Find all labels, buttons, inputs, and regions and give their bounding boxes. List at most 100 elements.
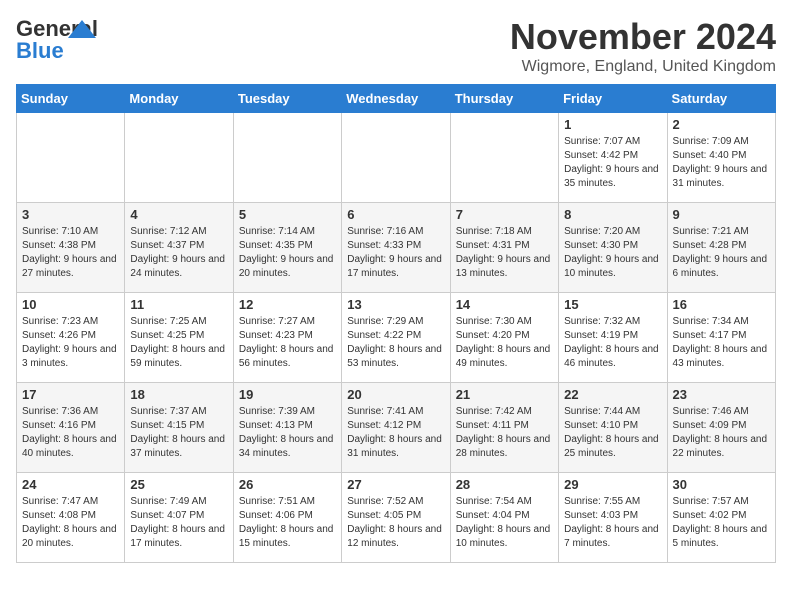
day-info: Sunrise: 7:32 AM Sunset: 4:19 PM Dayligh… xyxy=(564,315,661,371)
day-info: Sunrise: 7:27 AM Sunset: 4:23 PM Dayligh… xyxy=(239,315,336,371)
day-cell: 5 Sunrise: 7:14 AM Sunset: 4:35 PM Daylig… xyxy=(233,203,341,293)
day-number: 22 xyxy=(564,387,661,402)
week-row-0: 1 Sunrise: 7:07 AM Sunset: 4:42 PM Daylig… xyxy=(17,113,776,203)
day-cell: 19 Sunrise: 7:39 AM Sunset: 4:13 PM Dayli… xyxy=(233,383,341,473)
day-number: 11 xyxy=(130,297,227,312)
day-cell: 10Sunrise: 7:23 AM Sunset: 4:26 PM Dayli… xyxy=(17,293,125,383)
day-info: Sunrise: 7:30 AM Sunset: 4:20 PM Dayligh… xyxy=(456,315,553,371)
day-cell: 17 Sunrise: 7:36 AM Sunset: 4:16 PM Dayli… xyxy=(17,383,125,473)
day-number: 10 xyxy=(22,297,119,312)
day-info: Sunrise: 7:14 AM Sunset: 4:35 PM Dayligh… xyxy=(239,225,336,281)
calendar-table: SundayMondayTuesdayWednesdayThursdayFrid… xyxy=(16,84,776,563)
day-number: 18 xyxy=(130,387,227,402)
day-info: Sunrise: 7:47 AM Sunset: 4:08 PM Dayligh… xyxy=(22,495,119,551)
week-row-2: 10Sunrise: 7:23 AM Sunset: 4:26 PM Dayli… xyxy=(17,293,776,383)
day-info: Sunrise: 7:16 AM Sunset: 4:33 PM Dayligh… xyxy=(347,225,444,281)
day-cell xyxy=(17,113,125,203)
day-number: 3 xyxy=(22,207,119,222)
day-info: Sunrise: 7:54 AM Sunset: 4:04 PM Dayligh… xyxy=(456,495,553,551)
day-info: Sunrise: 7:44 AM Sunset: 4:10 PM Dayligh… xyxy=(564,405,661,461)
day-info: Sunrise: 7:57 AM Sunset: 4:02 PM Dayligh… xyxy=(673,495,770,551)
header-cell-sunday: Sunday xyxy=(17,85,125,113)
day-number: 14 xyxy=(456,297,553,312)
day-cell: 30 Sunrise: 7:57 AM Sunset: 4:02 PM Dayli… xyxy=(667,473,775,563)
day-cell: 8Sunrise: 7:20 AM Sunset: 4:30 PM Daylig… xyxy=(559,203,667,293)
day-info: Sunrise: 7:07 AM Sunset: 4:42 PM Dayligh… xyxy=(564,135,661,191)
day-number: 15 xyxy=(564,297,661,312)
day-info: Sunrise: 7:52 AM Sunset: 4:05 PM Dayligh… xyxy=(347,495,444,551)
day-info: Sunrise: 7:42 AM Sunset: 4:11 PM Dayligh… xyxy=(456,405,553,461)
header-cell-wednesday: Wednesday xyxy=(342,85,450,113)
day-cell: 9 Sunrise: 7:21 AM Sunset: 4:28 PM Daylig… xyxy=(667,203,775,293)
day-info: Sunrise: 7:49 AM Sunset: 4:07 PM Dayligh… xyxy=(130,495,227,551)
day-cell: 26 Sunrise: 7:51 AM Sunset: 4:06 PM Dayli… xyxy=(233,473,341,563)
day-number: 21 xyxy=(456,387,553,402)
day-cell: 6 Sunrise: 7:16 AM Sunset: 4:33 PM Daylig… xyxy=(342,203,450,293)
day-number: 13 xyxy=(347,297,444,312)
day-info: Sunrise: 7:25 AM Sunset: 4:25 PM Dayligh… xyxy=(130,315,227,371)
day-cell: 4 Sunrise: 7:12 AM Sunset: 4:37 PM Daylig… xyxy=(125,203,233,293)
day-cell: 25Sunrise: 7:49 AM Sunset: 4:07 PM Dayli… xyxy=(125,473,233,563)
week-row-4: 24 Sunrise: 7:47 AM Sunset: 4:08 PM Dayli… xyxy=(17,473,776,563)
day-cell: 1 Sunrise: 7:07 AM Sunset: 4:42 PM Daylig… xyxy=(559,113,667,203)
day-number: 9 xyxy=(673,207,770,222)
week-row-1: 3 Sunrise: 7:10 AM Sunset: 4:38 PM Daylig… xyxy=(17,203,776,293)
day-cell: 11 Sunrise: 7:25 AM Sunset: 4:25 PM Dayli… xyxy=(125,293,233,383)
day-cell: 28 Sunrise: 7:54 AM Sunset: 4:04 PM Dayli… xyxy=(450,473,558,563)
day-info: Sunrise: 7:46 AM Sunset: 4:09 PM Dayligh… xyxy=(673,405,770,461)
day-info: Sunrise: 7:10 AM Sunset: 4:38 PM Dayligh… xyxy=(22,225,119,281)
header-cell-monday: Monday xyxy=(125,85,233,113)
day-number: 30 xyxy=(673,477,770,492)
day-cell: 29Sunrise: 7:55 AM Sunset: 4:03 PM Dayli… xyxy=(559,473,667,563)
day-number: 20 xyxy=(347,387,444,402)
location-title: Wigmore, England, United Kingdom xyxy=(510,58,776,76)
day-info: Sunrise: 7:36 AM Sunset: 4:16 PM Dayligh… xyxy=(22,405,119,461)
day-number: 7 xyxy=(456,207,553,222)
day-number: 4 xyxy=(130,207,227,222)
header-cell-saturday: Saturday xyxy=(667,85,775,113)
day-info: Sunrise: 7:51 AM Sunset: 4:06 PM Dayligh… xyxy=(239,495,336,551)
day-number: 6 xyxy=(347,207,444,222)
day-number: 8 xyxy=(564,207,661,222)
day-cell: 14 Sunrise: 7:30 AM Sunset: 4:20 PM Dayli… xyxy=(450,293,558,383)
day-number: 1 xyxy=(564,117,661,132)
day-cell: 21 Sunrise: 7:42 AM Sunset: 4:11 PM Dayli… xyxy=(450,383,558,473)
header-cell-tuesday: Tuesday xyxy=(233,85,341,113)
day-info: Sunrise: 7:39 AM Sunset: 4:13 PM Dayligh… xyxy=(239,405,336,461)
week-row-3: 17 Sunrise: 7:36 AM Sunset: 4:16 PM Dayli… xyxy=(17,383,776,473)
day-cell: 18 Sunrise: 7:37 AM Sunset: 4:15 PM Dayli… xyxy=(125,383,233,473)
day-cell: 13 Sunrise: 7:29 AM Sunset: 4:22 PM Dayli… xyxy=(342,293,450,383)
header-row: SundayMondayTuesdayWednesdayThursdayFrid… xyxy=(17,85,776,113)
day-cell: 27 Sunrise: 7:52 AM Sunset: 4:05 PM Dayli… xyxy=(342,473,450,563)
day-info: Sunrise: 7:18 AM Sunset: 4:31 PM Dayligh… xyxy=(456,225,553,281)
day-number: 5 xyxy=(239,207,336,222)
day-info: Sunrise: 7:21 AM Sunset: 4:28 PM Dayligh… xyxy=(673,225,770,281)
day-cell: 2Sunrise: 7:09 AM Sunset: 4:40 PM Daylig… xyxy=(667,113,775,203)
day-cell: 22 Sunrise: 7:44 AM Sunset: 4:10 PM Dayli… xyxy=(559,383,667,473)
day-info: Sunrise: 7:41 AM Sunset: 4:12 PM Dayligh… xyxy=(347,405,444,461)
day-number: 12 xyxy=(239,297,336,312)
day-number: 19 xyxy=(239,387,336,402)
day-cell: 23 Sunrise: 7:46 AM Sunset: 4:09 PM Dayli… xyxy=(667,383,775,473)
day-cell: 3 Sunrise: 7:10 AM Sunset: 4:38 PM Daylig… xyxy=(17,203,125,293)
day-number: 27 xyxy=(347,477,444,492)
day-number: 23 xyxy=(673,387,770,402)
day-info: Sunrise: 7:34 AM Sunset: 4:17 PM Dayligh… xyxy=(673,315,770,371)
day-info: Sunrise: 7:12 AM Sunset: 4:37 PM Dayligh… xyxy=(130,225,227,281)
header: General Blue November 2024 Wigmore, Engl… xyxy=(16,16,776,76)
day-info: Sunrise: 7:29 AM Sunset: 4:22 PM Dayligh… xyxy=(347,315,444,371)
title-area: November 2024 Wigmore, England, United K… xyxy=(510,16,776,76)
day-cell: 24 Sunrise: 7:47 AM Sunset: 4:08 PM Dayli… xyxy=(17,473,125,563)
day-info: Sunrise: 7:37 AM Sunset: 4:15 PM Dayligh… xyxy=(130,405,227,461)
day-cell xyxy=(125,113,233,203)
day-info: Sunrise: 7:09 AM Sunset: 4:40 PM Dayligh… xyxy=(673,135,770,191)
day-number: 28 xyxy=(456,477,553,492)
day-info: Sunrise: 7:55 AM Sunset: 4:03 PM Dayligh… xyxy=(564,495,661,551)
month-title: November 2024 xyxy=(510,16,776,58)
day-number: 17 xyxy=(22,387,119,402)
day-number: 26 xyxy=(239,477,336,492)
day-number: 24 xyxy=(22,477,119,492)
day-cell: 16Sunrise: 7:34 AM Sunset: 4:17 PM Dayli… xyxy=(667,293,775,383)
header-cell-thursday: Thursday xyxy=(450,85,558,113)
day-cell: 7 Sunrise: 7:18 AM Sunset: 4:31 PM Daylig… xyxy=(450,203,558,293)
